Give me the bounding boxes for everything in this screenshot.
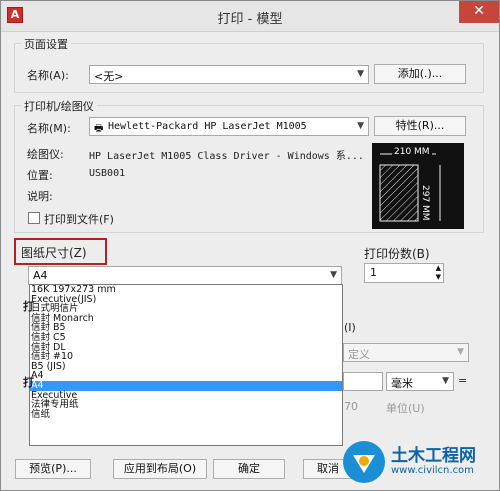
plotter-value: HP LaserJet M1005 Class Driver - Windows… xyxy=(89,151,364,162)
paper-size-option[interactable]: 信纸 xyxy=(30,409,342,420)
printer-group-label: 打印机/绘图仪 xyxy=(21,98,97,114)
printer-name-value: Hewlett-Packard HP LaserJet M1005 xyxy=(108,121,307,132)
paper-size-option[interactable]: 信封 B5 xyxy=(30,323,342,333)
printer-name-label: 名称(M): xyxy=(27,122,71,135)
window-title: 打印 - 模型 xyxy=(217,12,283,27)
chevron-down-icon: ▼ xyxy=(357,69,364,79)
paper-size-option[interactable]: 信封 DL xyxy=(30,342,342,353)
paper-size-select[interactable]: A4 ▼ xyxy=(28,266,342,285)
unit-value: 毫米 xyxy=(391,377,413,390)
watermark-cn-text: 土木工程网 xyxy=(391,446,476,466)
add-page-setup-button[interactable]: 添加(.)... xyxy=(374,64,466,84)
printer-name-select[interactable]: Hewlett-Packard HP LaserJet M1005 🖶 ▼ xyxy=(89,117,369,136)
location-label: 位置: xyxy=(27,169,53,182)
preview-button[interactable]: 预览(P)... xyxy=(15,459,91,479)
print-to-file-checkbox[interactable] xyxy=(28,212,40,224)
paper-size-option[interactable]: 信封 C5 xyxy=(30,333,342,343)
equals-sign: = xyxy=(458,374,468,387)
watermark-logo-icon xyxy=(343,441,385,483)
partial-value-field[interactable] xyxy=(343,372,383,391)
paper-size-label: 图纸尺寸(Z) xyxy=(21,246,87,260)
partial-label-2: 打 xyxy=(23,376,34,389)
page-setup-name-value: <无> xyxy=(94,70,124,83)
site-watermark: 土木工程网 www.civilcn.com xyxy=(341,433,499,491)
copies-spinner[interactable]: 1 ▲ ▼ xyxy=(364,263,444,283)
page-setup-name-label: 名称(A): xyxy=(27,69,69,82)
page-setup-group-label: 页面设置 xyxy=(21,36,71,52)
description-label: 说明: xyxy=(27,190,53,203)
paper-size-option[interactable]: B5 (JIS) xyxy=(30,361,342,372)
chevron-down-icon: ▼ xyxy=(442,376,449,386)
preview-height-label: 297 MM xyxy=(420,185,430,221)
title-bar: A 打印 - 模型 ✕ xyxy=(1,1,499,32)
preview-width-label: 210 MM xyxy=(392,147,432,157)
spin-up-icon[interactable]: ▲ xyxy=(436,264,441,273)
print-dialog: A 打印 - 模型 ✕ 页面设置 名称(A): <无> ▼ 添加(.)... 打… xyxy=(0,0,500,491)
ok-button[interactable]: 确定 xyxy=(213,459,285,479)
chevron-down-icon: ▼ xyxy=(357,121,364,131)
copies-label: 打印份数(B) xyxy=(364,247,430,261)
partial-custom-value: 定义 xyxy=(348,348,370,361)
unit-select[interactable]: 毫米 ▼ xyxy=(386,372,454,391)
paper-size-option[interactable]: 信封 #10 xyxy=(30,352,342,362)
partial-number: 70 xyxy=(344,400,358,413)
printer-properties-button[interactable]: 特性(R)... xyxy=(374,116,466,136)
unit-label: 单位(U) xyxy=(386,402,425,415)
spin-down-icon[interactable]: ▼ xyxy=(436,273,441,282)
paper-size-value: A4 xyxy=(33,269,48,282)
location-value: USB001 xyxy=(89,168,126,179)
print-to-file-label: 打印到文件(F) xyxy=(44,213,114,226)
paper-size-dropdown-list[interactable]: 16K 197x273 mm Executive(JIS) 日式明信片 信封 Mona… xyxy=(29,284,343,446)
paper-size-option[interactable]: A4 xyxy=(30,371,342,381)
chevron-down-icon: ▼ xyxy=(330,270,337,280)
plotter-label: 绘图仪: xyxy=(27,148,64,161)
paper-preview: 210 MM 297 MM xyxy=(372,143,464,229)
chevron-down-icon: ▼ xyxy=(457,347,464,357)
partial-label-1: 打 xyxy=(23,300,34,313)
copies-value: 1 xyxy=(370,266,377,279)
partial-scale-label: (I) xyxy=(344,321,356,334)
page-setup-name-select[interactable]: <无> ▼ xyxy=(89,65,369,84)
watermark-url: www.civilcn.com xyxy=(391,465,474,476)
close-button[interactable]: ✕ xyxy=(459,1,499,23)
apply-to-layout-button[interactable]: 应用到布局(O) xyxy=(113,459,207,479)
paper-size-option[interactable]: 信封 Monarch xyxy=(30,313,342,324)
paper-size-option[interactable]: 法律专用纸 xyxy=(30,400,342,410)
partial-custom-select[interactable]: 定义 ▼ xyxy=(343,343,469,362)
printer-icon: 🖶 xyxy=(94,123,104,134)
